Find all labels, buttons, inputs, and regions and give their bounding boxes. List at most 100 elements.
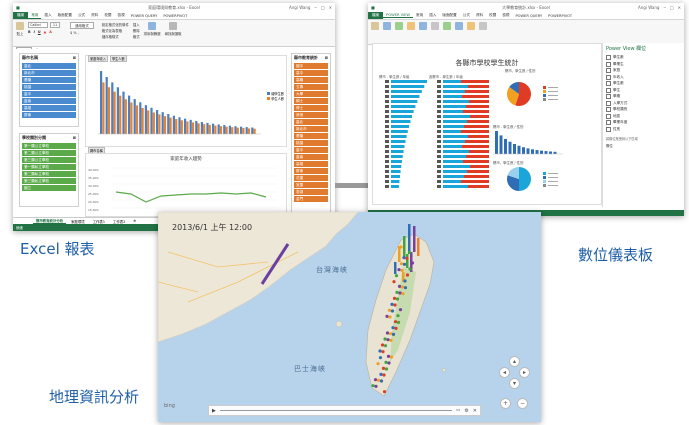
percent-icon[interactable]: $ % , xyxy=(70,31,94,35)
clear-filter-icon[interactable]: ⊠ xyxy=(73,55,76,61)
close-timeline-icon[interactable]: ✕ xyxy=(473,408,477,414)
slicer-item[interactable]: 高雄 xyxy=(294,161,328,167)
map-window[interactable]: 2013/6/1 上午 12:00 台灣海峽 巴士海峽 bing ▴ ◂ ▸ ▾… xyxy=(158,212,541,422)
field-checkbox[interactable] xyxy=(606,126,611,132)
field-checkbox[interactable] xyxy=(606,113,611,119)
delete-cells-button[interactable]: 刪除 xyxy=(133,28,140,33)
pan-down-button[interactable]: ▾ xyxy=(509,378,520,389)
slicer-item[interactable]: 桃園 xyxy=(22,84,76,90)
bold-button[interactable]: B xyxy=(28,30,31,34)
slicer-item[interactable]: 國中 xyxy=(294,63,328,69)
field-item[interactable]: 入學方式 xyxy=(606,100,681,106)
zoom-in-button[interactable]: + xyxy=(500,398,511,409)
tab-insert[interactable]: 插入 xyxy=(426,13,439,18)
tab-view[interactable]: 檢視 xyxy=(499,13,512,18)
line-chart[interactable]: 家庭年收入趨勢 40,000 35,000 30,000 25,000 20,000 15… xyxy=(85,153,287,217)
field-item[interactable]: 畢業生 xyxy=(606,61,681,67)
find-select-button[interactable]: 尋找與選取 xyxy=(165,22,182,36)
pan-left-button[interactable]: ◂ xyxy=(499,367,510,378)
slicer-item[interactable]: 宜蘭 xyxy=(294,182,328,188)
slicer-item[interactable]: 臺南 xyxy=(294,154,328,160)
font-color-icon[interactable]: A xyxy=(49,30,52,34)
slicer-item[interactable]: 第一類公立學校 xyxy=(22,143,76,149)
underline-button[interactable]: U xyxy=(38,30,41,34)
italic-button[interactable]: I xyxy=(34,30,35,34)
fill-color-icon[interactable]: ▲ xyxy=(44,30,47,34)
slicer-item[interactable]: 第二類公立學校 xyxy=(22,150,76,156)
field-item[interactable]: 學生數 xyxy=(606,55,681,60)
insert-cells-button[interactable]: 插入 xyxy=(133,22,140,27)
slicer-item[interactable]: 桃園 xyxy=(294,140,328,146)
tab-power-query[interactable]: POWER QUERY xyxy=(128,14,161,18)
field-checkbox[interactable] xyxy=(606,55,611,60)
slicer-item[interactable]: 臺南 xyxy=(22,98,76,104)
slicer-item[interactable]: 五專 xyxy=(294,84,328,90)
tab-review[interactable]: 校閱 xyxy=(101,13,114,18)
tab-insert[interactable]: 插入 xyxy=(41,13,54,18)
slicer-item[interactable]: 第二類私立學校 xyxy=(22,171,76,177)
pan-up-button[interactable]: ▴ xyxy=(509,356,520,367)
pv-ribbon-button[interactable] xyxy=(431,22,439,30)
field-item[interactable]: 性別 xyxy=(606,126,681,132)
clear-filter-icon[interactable]: ⊠ xyxy=(325,55,328,61)
field-item[interactable]: 地區 xyxy=(606,113,681,119)
add-sheet-icon[interactable]: ⊕ xyxy=(130,219,139,223)
field-item[interactable]: 學生 xyxy=(606,87,681,93)
field-checkbox[interactable] xyxy=(606,74,611,80)
field-checkbox[interactable] xyxy=(606,100,611,106)
format-as-table-button[interactable]: 格式化為表格 xyxy=(102,28,129,33)
slicer-item[interactable]: 基隆 xyxy=(294,133,328,139)
tab-power-view[interactable]: POWER VIEW xyxy=(383,13,413,18)
field-checkbox[interactable] xyxy=(606,94,611,99)
number-format-select[interactable]: 通用格式 xyxy=(70,22,94,29)
pv-ribbon-button[interactable] xyxy=(383,22,391,30)
field-checkbox[interactable] xyxy=(606,107,611,112)
worksheet-area[interactable]: 縣市名稱 ⊠ 臺北 新北市 基隆 桃園 臺中 臺南 高雄 屏東 學校類別分類 ⊠ 第一類公立學校第… xyxy=(13,49,335,218)
pv-report-canvas[interactable]: 各縣市學校學生統計 縣市 - 學生數 / 年級 各縣市 - 學生數 / 年級 縣… xyxy=(372,43,602,205)
field-item[interactable]: 家庭 xyxy=(606,68,681,73)
tab-data[interactable]: 資料 xyxy=(473,13,486,18)
field-item[interactable]: 畢業年度 xyxy=(606,120,681,125)
tab-home[interactable]: 常用 xyxy=(413,13,426,18)
slicer-item[interactable]: 國立 xyxy=(22,185,76,191)
slicer-item[interactable]: 澎湖 xyxy=(294,189,328,195)
field-item[interactable]: 學校類別 xyxy=(606,107,681,112)
tab-formulas[interactable]: 公式 xyxy=(75,13,88,18)
slicer-item[interactable]: 臺北 xyxy=(294,119,328,125)
font-name-select[interactable]: Calibri xyxy=(28,22,48,28)
slicer-item[interactable]: 大學 xyxy=(294,91,328,97)
clear-filter-icon[interactable]: ⊠ xyxy=(73,135,76,141)
conditional-format-button[interactable]: 設定格式化的條件 xyxy=(102,22,129,27)
slicer-item[interactable]: 臺中 xyxy=(294,147,328,153)
timeline-track[interactable] xyxy=(219,410,453,411)
sheet-tab[interactable]: 家庭環境 xyxy=(68,219,88,224)
format-cells-button[interactable]: 格式 xyxy=(133,34,140,39)
font-size-select[interactable]: 11 xyxy=(49,22,61,28)
paste-button[interactable]: 貼上 xyxy=(16,22,24,36)
field-checkbox[interactable] xyxy=(606,68,611,73)
sheet-tab[interactable]: 工作表2 xyxy=(110,219,128,224)
zoom-out-button[interactable]: − xyxy=(517,398,528,409)
pv-ribbon-button[interactable] xyxy=(467,22,475,30)
slicer-item[interactable]: 博士 xyxy=(294,105,328,111)
field-item[interactable]: 年收入 xyxy=(606,74,681,80)
tab-review[interactable]: 校閱 xyxy=(486,13,499,18)
field-checkbox[interactable] xyxy=(606,120,611,125)
tab-formulas[interactable]: 公式 xyxy=(460,13,473,18)
tab-file[interactable]: 檔案 xyxy=(368,12,384,19)
slicer-item[interactable]: 新北市 xyxy=(294,126,328,132)
pan-right-button[interactable]: ▸ xyxy=(519,367,530,378)
settings-icon[interactable]: ⚙ xyxy=(464,408,468,414)
slicer-item[interactable]: 臺中 xyxy=(22,91,76,97)
tab-view[interactable]: 檢視 xyxy=(115,13,128,18)
pv-ribbon-button[interactable] xyxy=(443,22,451,30)
slicer-item[interactable]: 其他 xyxy=(294,112,328,118)
pv-ribbon-button[interactable] xyxy=(419,22,427,30)
pv-ribbon-button[interactable] xyxy=(455,22,463,30)
cell-styles-button[interactable]: 儲存格樣式 xyxy=(102,34,129,39)
slicer-item[interactable]: 高雄 xyxy=(22,105,76,111)
slicer-item[interactable]: 金門 xyxy=(294,196,328,202)
tab-power-query[interactable]: POWER QUERY xyxy=(513,14,546,18)
slicer-item[interactable]: 碩士 xyxy=(294,98,328,104)
tab-home[interactable]: 常用 xyxy=(28,13,42,19)
